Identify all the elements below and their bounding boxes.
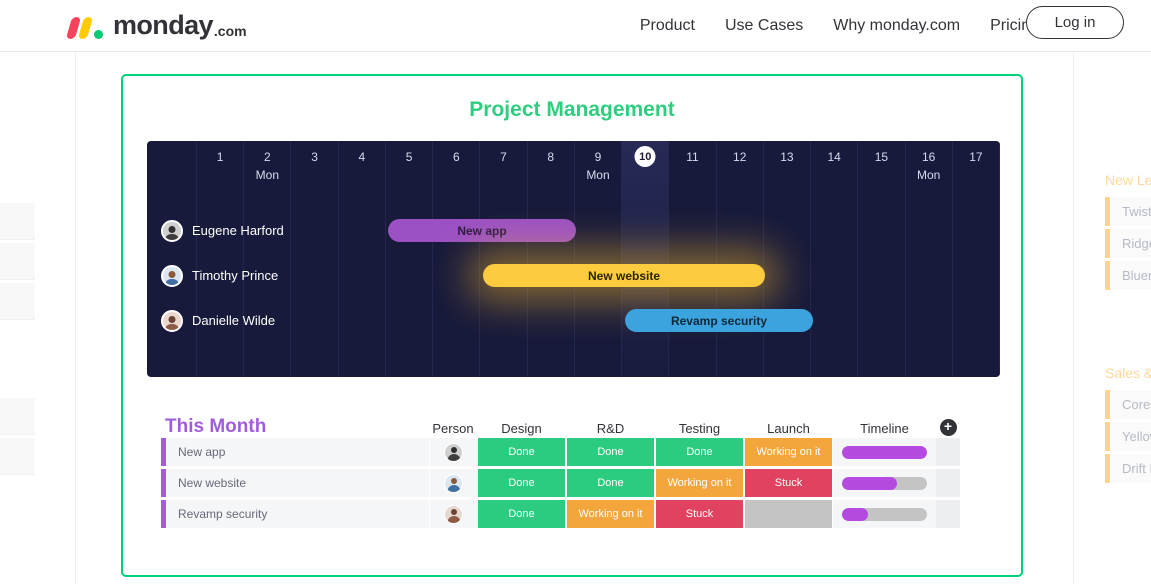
column-header-launch: Launch — [767, 421, 810, 436]
table-row-end-cell — [936, 469, 960, 497]
table-row[interactable]: New website Done Done Working on it Stuck — [161, 469, 979, 497]
avatar — [161, 264, 183, 287]
task-status-launch[interactable]: Working on it — [744, 438, 833, 466]
task-status-rnd[interactable]: Done — [566, 469, 655, 497]
progress-bar — [842, 507, 927, 521]
gantt-bar-new-app[interactable]: New app — [388, 219, 576, 242]
monday-logo[interactable]: monday .com — [65, 9, 247, 40]
monday-logo-mark-icon — [65, 17, 110, 39]
gantt-person-name: Danielle Wilde — [192, 313, 276, 328]
nav-link-why-monday[interactable]: Why monday.com — [833, 17, 960, 35]
bg-board-title: Sales & Marketing — [1105, 365, 1151, 381]
table-body: New app Done Done Done Working on it New webs… — [161, 438, 979, 528]
bg-divider-right — [1073, 52, 1074, 584]
task-status-testing[interactable]: Stuck — [655, 500, 744, 528]
bg-board-sales-marketing: Sales & Marketing Corestone Yellowtail D… — [1105, 365, 1151, 486]
bg-board-row: Twisted — [1105, 197, 1151, 226]
task-status-testing[interactable]: Working on it — [655, 469, 744, 497]
task-status-design[interactable]: Done — [477, 500, 566, 528]
project-management-card: Project Management 1 2 Mon 3 4 5 6 7 8 9 Mon 10 11 12… — [121, 74, 1023, 577]
section-title: This Month — [165, 416, 267, 437]
avatar — [161, 309, 183, 332]
avatar — [444, 442, 463, 462]
table-header-row: This Month Person Design R&D Testing Lau… — [161, 404, 979, 438]
login-button[interactable]: Log in — [1026, 6, 1124, 39]
bg-divider-left — [75, 52, 76, 584]
bg-ghost-row — [0, 243, 35, 280]
bg-board-row: Yellowtail — [1105, 422, 1151, 451]
avatar — [444, 504, 463, 524]
table-row-end-cell — [936, 438, 960, 466]
column-header-rnd: R&D — [596, 421, 625, 436]
bg-ghost-row — [0, 283, 35, 320]
gantt-person-name: Timothy Prince — [192, 268, 279, 283]
task-status-rnd[interactable]: Done — [566, 438, 655, 466]
bg-ghost-row — [0, 398, 35, 435]
task-timeline-cell[interactable] — [833, 469, 936, 497]
gantt-task-rows: Eugene Harford New app Timothy Prince Ne… — [147, 141, 1000, 377]
task-person-cell[interactable] — [429, 500, 477, 528]
gantt-row: Timothy Prince New website — [147, 253, 1000, 298]
column-header-person: Person — [432, 421, 474, 436]
task-status-design[interactable]: Done — [477, 469, 566, 497]
top-navigation-bar: monday .com Product Use Cases Why monday… — [0, 0, 1151, 52]
gantt-person-name: Eugene Harford — [192, 223, 284, 238]
task-status-design[interactable]: Done — [477, 438, 566, 466]
bg-board-row: Ridgeway — [1105, 229, 1151, 258]
bg-board-row: Drift Lane — [1105, 454, 1151, 483]
avatar — [161, 219, 183, 242]
nav-links: Product Use Cases Why monday.com Pricing — [640, 0, 1039, 52]
bg-ghost-row — [0, 203, 35, 240]
task-person-cell[interactable] — [429, 469, 477, 497]
task-status-launch[interactable] — [744, 500, 833, 528]
gantt-chart: 1 2 Mon 3 4 5 6 7 8 9 Mon 10 11 12 13 14 15 16 Mon 17 Eugen… — [147, 141, 1000, 377]
column-header-design: Design — [501, 421, 542, 436]
task-person-cell[interactable] — [429, 438, 477, 466]
add-column-cell: + — [936, 419, 960, 438]
gantt-row: Danielle Wilde Revamp security — [147, 298, 1000, 343]
gantt-bar-revamp-security[interactable]: Revamp security — [625, 309, 813, 332]
gantt-row: Eugene Harford New app — [147, 208, 1000, 253]
bg-board-row: Corestone — [1105, 390, 1151, 419]
task-timeline-cell[interactable] — [833, 500, 936, 528]
logo-tld: .com — [213, 23, 247, 39]
task-status-rnd[interactable]: Working on it — [566, 500, 655, 528]
task-name-cell[interactable]: New website — [161, 469, 429, 497]
column-header-timeline: Timeline — [860, 421, 909, 436]
bg-board-row: Bluenote — [1105, 261, 1151, 290]
nav-link-product[interactable]: Product — [640, 17, 695, 35]
progress-bar — [842, 445, 927, 459]
task-timeline-cell[interactable] — [833, 438, 936, 466]
task-status-testing[interactable]: Done — [655, 438, 744, 466]
page-title: Project Management — [469, 98, 675, 121]
gantt-bar-new-website[interactable]: New website — [483, 264, 765, 287]
task-status-launch[interactable]: Stuck — [744, 469, 833, 497]
column-header-testing: Testing — [678, 421, 721, 436]
bg-board-title: New Leads — [1105, 172, 1151, 188]
bg-ghost-row — [0, 438, 35, 475]
tasks-table: This Month Person Design R&D Testing Lau… — [161, 404, 979, 531]
table-row-end-cell — [936, 500, 960, 528]
table-row[interactable]: Revamp security Done Working on it Stuck — [161, 500, 979, 528]
avatar — [444, 473, 463, 493]
table-row[interactable]: New app Done Done Done Working on it — [161, 438, 979, 466]
progress-bar — [842, 476, 927, 490]
nav-link-use-cases[interactable]: Use Cases — [725, 17, 803, 35]
task-name-cell[interactable]: New app — [161, 438, 429, 466]
task-name-cell[interactable]: Revamp security — [161, 500, 429, 528]
logo-wordmark: monday — [113, 10, 214, 40]
add-column-button[interactable]: + — [939, 419, 957, 436]
bg-board-new-leads: New Leads Twisted Ridgeway Bluenote — [1105, 172, 1151, 293]
